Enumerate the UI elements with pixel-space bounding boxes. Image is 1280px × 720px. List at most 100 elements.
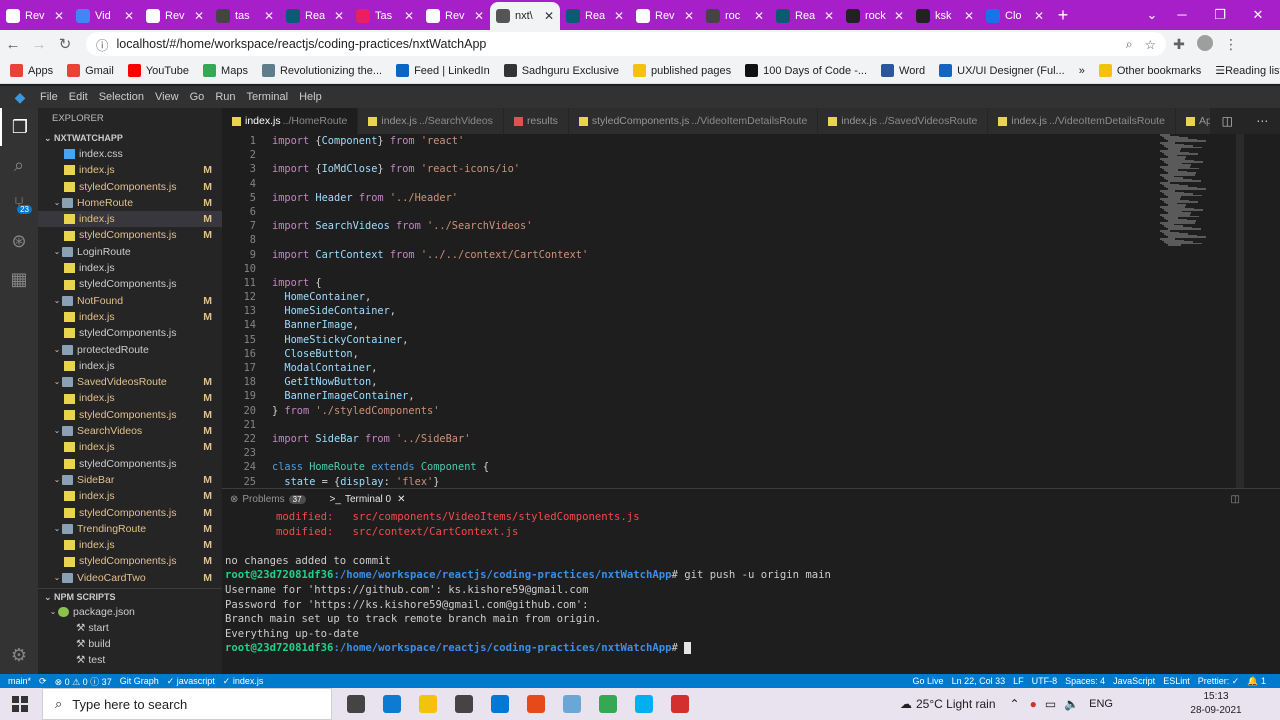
status-item[interactable]: ✓ index.js [223,676,264,687]
close-icon[interactable]: ✕ [1034,9,1044,23]
status-item[interactable]: Ln 22, Col 33 [952,676,1006,686]
close-icon[interactable]: ✕ [824,9,834,23]
recorder-icon[interactable] [662,688,698,720]
office-icon[interactable] [518,688,554,720]
menu-item-selection[interactable]: Selection [99,91,144,103]
close-icon[interactable]: ✕ [964,9,974,23]
extensions-icon[interactable]: ✚ [1166,36,1192,53]
source-control-icon[interactable]: ⑂ 23 [0,184,38,222]
maximize-button[interactable]: ❐ [1200,0,1240,30]
status-item[interactable]: ✓ javascript [167,676,215,687]
bookmark-item[interactable]: Word [881,64,925,77]
browser-tab[interactable]: ksk ✕ [910,2,980,30]
windows-start-icon[interactable] [12,696,28,712]
npm-scripts-header[interactable]: ⌄ NPM SCRIPTS [38,588,222,604]
status-item[interactable]: Spaces: 4 [1065,676,1105,686]
new-tab-button[interactable]: + [1050,2,1076,30]
file-row[interactable]: index.js M [38,211,222,228]
explorer-icon[interactable]: ❐ [0,108,38,146]
file-row[interactable]: styledComponents.js M [38,179,222,195]
menu-item-run[interactable]: Run [215,91,235,103]
status-item[interactable]: ⟳ [39,676,47,687]
close-icon[interactable]: ✕ [474,9,484,23]
edge-icon[interactable] [374,688,410,720]
menu-icon[interactable]: ⋮ [1218,36,1244,53]
folder-row[interactable]: ⌄ SavedVideosRoute M [38,374,222,390]
close-window-button[interactable]: ✕ [1238,0,1278,30]
tab-problems[interactable]: ⊗ Problems 37 [230,494,306,505]
taskbar-clock[interactable]: 15:13 28-09-2021 [1188,688,1244,720]
bookmark-item[interactable]: Maps [203,64,248,77]
folder-row[interactable]: ⌄ NotFound M [38,293,222,309]
chrome-icon[interactable] [590,688,626,720]
menu-item-file[interactable]: File [40,91,58,103]
file-row[interactable]: index.js M [38,439,222,455]
app-icon[interactable] [554,688,590,720]
folder-row[interactable]: ⌄ TrendingRoute M [38,521,222,537]
browser-tab[interactable]: tas ✕ [210,2,280,30]
status-item[interactable]: Prettier: ✓ [1198,676,1240,687]
code-editor[interactable]: 1 import {Component} from 'react' 2 3 import… [222,134,1280,488]
search-icon[interactable]: ⌕ [0,146,38,184]
browser-tab[interactable]: Rev ✕ [630,2,700,30]
close-icon[interactable]: ✕ [54,9,64,23]
menu-item-go[interactable]: Go [190,91,205,103]
file-row[interactable]: styledComponents.js [38,276,222,292]
editor-scrollbar[interactable] [1236,134,1244,488]
other-bookmarks[interactable]: Other bookmarks [1098,64,1201,77]
close-icon[interactable]: ✕ [404,9,414,23]
menu-item-edit[interactable]: Edit [69,91,88,103]
file-row[interactable]: index.js [38,358,222,374]
bookmark-item[interactable]: Apps [10,64,53,77]
bookmark-item[interactable]: UX/UI Designer (Ful... [939,64,1065,77]
more-actions-icon[interactable]: ⋯ [1256,114,1268,128]
browser-tab[interactable]: roc ✕ [700,2,770,30]
status-item[interactable]: JavaScript [1113,676,1155,686]
star-icon[interactable]: ☆ [1145,37,1156,52]
status-item[interactable]: LF [1013,676,1024,686]
file-row[interactable]: styledComponents.js M [38,407,222,423]
editor-tab[interactable]: results [503,108,569,134]
skype-icon[interactable] [626,688,662,720]
editor-tab[interactable]: styledComponents.js ../VideoItemDetailsRo… [568,108,819,134]
split-editor-icon[interactable]: ◫ [1222,114,1233,128]
bookmark-item[interactable]: YouTube [127,64,189,77]
close-icon[interactable]: ✕ [194,9,204,23]
menu-item-help[interactable]: Help [299,91,322,103]
close-icon[interactable]: ✕ [124,9,134,23]
browser-tab[interactable]: Rev ✕ [0,2,70,30]
extensions-view-icon[interactable]: ▦ [0,260,38,298]
tray-record-icon[interactable]: ● [1030,697,1037,711]
npm-script-item[interactable]: ⚒ build [38,636,222,652]
browser-tab[interactable]: Clo ✕ [980,2,1050,30]
browser-tab[interactable]: Rev ✕ [420,2,490,30]
more-bookmarks-button[interactable]: » [1079,65,1085,77]
file-row[interactable]: index.js M [38,309,222,325]
tray-chevron-icon[interactable]: ⌃ [1010,697,1020,711]
store-icon[interactable] [446,688,482,720]
file-row[interactable]: index.js M [38,162,222,178]
close-icon[interactable]: ✕ [334,9,344,23]
mail-icon[interactable] [482,688,518,720]
file-row[interactable]: styledComponents.js M [38,227,222,243]
run-debug-icon[interactable]: ⊛ [0,222,38,260]
bookmark-item[interactable]: published pages [632,64,731,77]
taskbar-search-input[interactable]: ⌕ Type here to search [42,688,332,720]
network-icon[interactable]: ▭ [1045,697,1056,711]
close-icon[interactable]: ✕ [264,9,274,23]
forward-button[interactable]: → [26,36,52,53]
terminal-output[interactable]: modified: src/components/VideoItems/styl… [222,510,1280,674]
browser-tab[interactable]: nxt\ ✕ [490,2,560,30]
close-icon[interactable]: ✕ [544,9,554,23]
zoom-icon[interactable]: ⌕ [1126,37,1133,52]
weather-text[interactable]: 25°C Light rain [916,697,996,711]
menu-item-terminal[interactable]: Terminal [247,91,289,103]
close-icon[interactable]: ✕ [754,9,764,23]
editor-tab[interactable]: index.js ../VideoItemDetailsRoute [988,108,1176,134]
settings-gear-icon[interactable]: ⚙ [0,636,38,674]
status-item[interactable]: Git Graph [120,676,159,686]
close-icon[interactable]: ✕ [684,9,694,23]
npm-script-item[interactable]: ⚒ start [38,620,222,636]
browser-tab[interactable]: Tas ✕ [350,2,420,30]
file-row[interactable]: styledComponents.js [38,456,222,472]
